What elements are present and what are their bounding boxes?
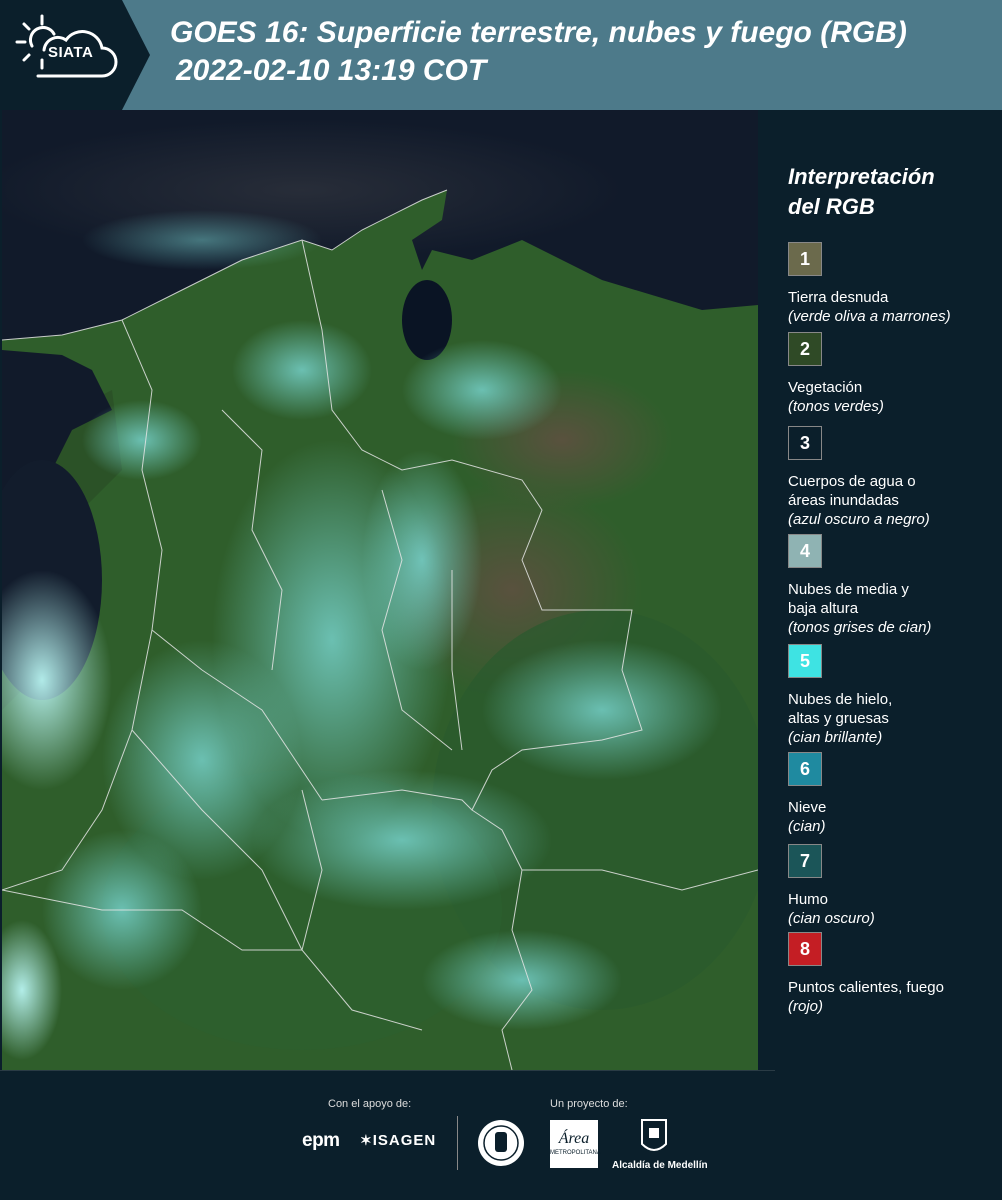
- legend-heading: Interpretación del RGB: [788, 162, 935, 222]
- title-line-2: 2022-02-10 13:19 COT: [176, 54, 487, 87]
- legend-name: Puntos calientes, fuego: [788, 979, 944, 996]
- legend-name: Tierra desnuda: [788, 289, 889, 306]
- area-logo-sub: METROPOLITANA: [550, 1150, 601, 1156]
- header-bar: SIATA GOES 16: Superficie terrestre, nub…: [0, 0, 1002, 110]
- legend-swatch: 2: [788, 332, 822, 366]
- legend-label: Nubes de media y baja altura (tonos grises…: [788, 580, 998, 637]
- legend-heading-line-2: del RGB: [788, 194, 875, 219]
- isagen-logo: ✶ISAGEN: [360, 1132, 436, 1149]
- epm-logo: epm: [302, 1130, 340, 1151]
- legend-label: Tierra desnuda (verde oliva a marrones): [788, 288, 998, 326]
- area-logo-text: Área: [558, 1130, 590, 1147]
- legend-description: (cian): [788, 818, 826, 835]
- isagen-text: ISAGEN: [372, 1132, 437, 1149]
- legend-item: 3 Cuerpos de agua o áreas inundadas (azul o…: [788, 426, 998, 529]
- legend-item: 6 Nieve (cian): [788, 752, 998, 836]
- legend-heading-line-1: Interpretación: [788, 164, 935, 189]
- legend-description: (azul oscuro a negro): [788, 511, 930, 528]
- legend-item: 2 Vegetación (tonos verdes): [788, 332, 998, 416]
- page-title: GOES 16: Superficie terrestre, nubes y f…: [170, 14, 907, 90]
- alcaldia-coat-of-arms-icon: [641, 1119, 667, 1151]
- legend-name: Nubes de hielo,: [788, 691, 893, 708]
- support-label: Con el apoyo de:: [328, 1098, 412, 1110]
- area-metropolitana-logo: Área METROPOLITANA: [550, 1120, 601, 1168]
- legend-swatch: 6: [788, 752, 822, 786]
- legend-label: Puntos calientes, fuego (rojo): [788, 978, 998, 1016]
- legend-label: Nieve (cian): [788, 798, 998, 836]
- legend-name: Vegetación: [788, 379, 863, 396]
- legend-name-line-2: áreas inundadas: [788, 492, 899, 509]
- legend-panel: Interpretación del RGB 1 Tierra desnuda (v…: [760, 110, 1002, 1070]
- legend-name: Humo: [788, 891, 829, 908]
- logo-text: SIATA: [48, 44, 94, 61]
- legend-item: 7 Humo (cian oscuro): [788, 844, 998, 928]
- legend-item: 8 Puntos calientes, fuego (rojo): [788, 932, 998, 1016]
- legend-description: (verde oliva a marrones): [788, 308, 951, 325]
- satellite-map: [2, 110, 758, 1070]
- legend-swatch: 4: [788, 534, 822, 568]
- university-seal-icon: [478, 1120, 524, 1166]
- legend-name: Nubes de media y: [788, 581, 909, 598]
- legend-swatch: 5: [788, 644, 822, 678]
- alcaldia-label: Alcaldía de Medellín: [612, 1160, 708, 1171]
- legend-swatch: 7: [788, 844, 822, 878]
- legend-label: Vegetación (tonos verdes): [788, 378, 998, 416]
- legend-name: Cuerpos de agua o: [788, 473, 916, 490]
- legend-item: 5 Nubes de hielo, altas y gruesas (cian bri…: [788, 644, 998, 747]
- siata-logo: SIATA: [0, 0, 150, 110]
- legend-description: (cian brillante): [788, 729, 883, 746]
- legend-name-line-2: altas y gruesas: [788, 710, 889, 727]
- footer: Con el apoyo de: Un proyecto de: epm ✶IS…: [0, 1070, 1002, 1200]
- legend-description: (rojo): [788, 998, 824, 1015]
- map-image: [2, 110, 758, 1070]
- legend-swatch: 8: [788, 932, 822, 966]
- isagen-icon: ✶: [360, 1132, 373, 1148]
- legend-description: (cian oscuro): [788, 910, 875, 927]
- legend-name-line-2: baja altura: [788, 600, 859, 617]
- legend-item: 4 Nubes de media y baja altura (tonos grise…: [788, 534, 998, 637]
- legend-swatch: 3: [788, 426, 822, 460]
- legend-swatch: 1: [788, 242, 822, 276]
- footer-divider-line: [0, 1070, 775, 1071]
- legend-label: Humo (cian oscuro): [788, 890, 998, 928]
- title-line-1: GOES 16: Superficie terrestre, nubes y f…: [170, 16, 907, 49]
- legend-label: Nubes de hielo, altas y gruesas (cian bril…: [788, 690, 998, 747]
- footer-vertical-divider: [457, 1116, 458, 1170]
- legend-description: (tonos verdes): [788, 398, 884, 415]
- legend-item: 1 Tierra desnuda (verde oliva a marrones): [788, 242, 998, 326]
- legend-label: Cuerpos de agua o áreas inundadas (azul os…: [788, 472, 998, 529]
- project-label: Un proyecto de:: [550, 1098, 628, 1110]
- legend-name: Nieve: [788, 799, 827, 816]
- legend-description: (tonos grises de cian): [788, 619, 932, 636]
